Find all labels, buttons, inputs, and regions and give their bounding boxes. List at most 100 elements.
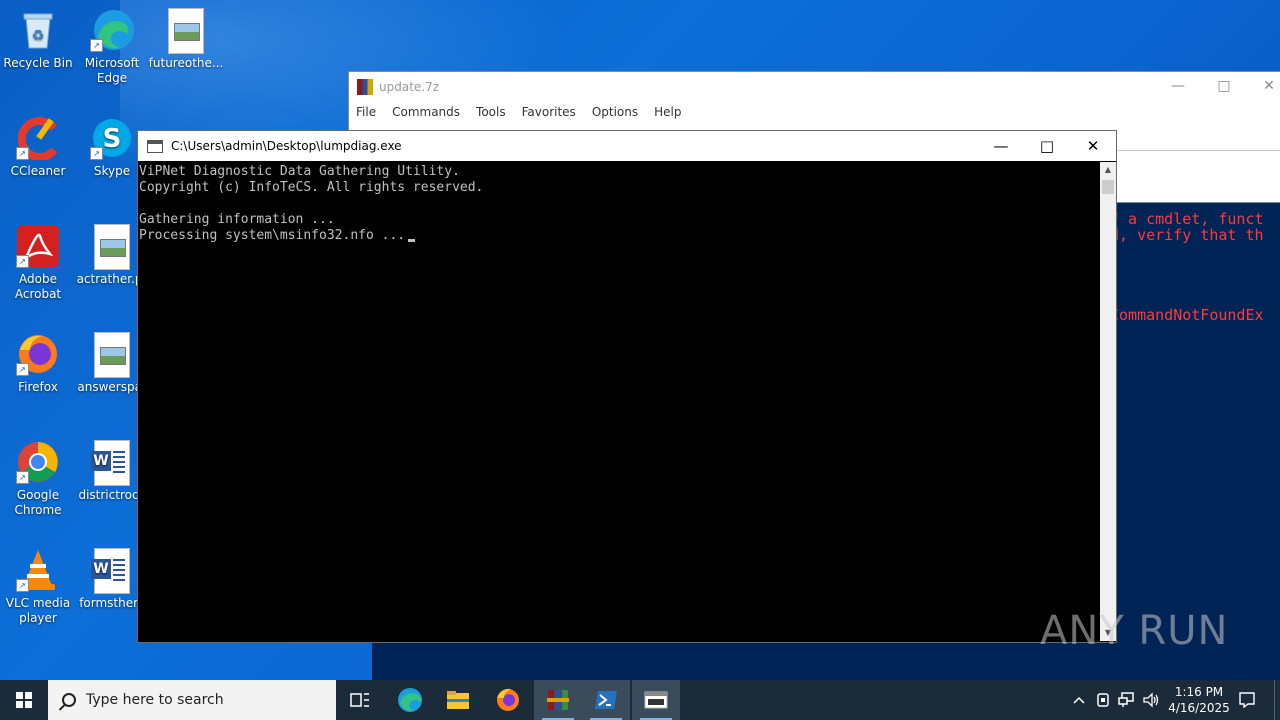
menu-tools[interactable]: Tools — [476, 102, 506, 122]
maximize-button[interactable]: □ — [1201, 72, 1247, 102]
show-hidden-icons-button[interactable] — [1068, 680, 1090, 720]
console-output[interactable]: ViPNet Diagnostic Data Gathering Utility… — [138, 162, 1099, 642]
console-scrollbar[interactable]: ▲ ▼ — [1100, 162, 1116, 641]
winrar-title: update.7z — [379, 80, 440, 94]
desktop-icon-futureothe[interactable]: futureothe... — [148, 8, 224, 71]
word-document-icon: W — [90, 440, 134, 486]
tray-volume-button[interactable] — [1140, 680, 1162, 720]
console-line-current: Processing system\msinfo32.nfo ... — [139, 228, 1099, 244]
word-document-icon: W — [90, 548, 134, 594]
desktop-icon-google-chrome[interactable]: ↗ Google Chrome — [0, 440, 76, 518]
menu-file[interactable]: File — [356, 102, 376, 122]
chevron-up-icon — [1073, 696, 1085, 704]
winrar-icon — [357, 79, 373, 95]
close-button[interactable]: ✕ — [1070, 131, 1116, 161]
acrobat-icon: ↗ — [16, 224, 60, 268]
icon-label: Google Chrome — [14, 488, 62, 517]
menu-favorites[interactable]: Favorites — [522, 102, 576, 122]
icon-label: Adobe Acrobat — [14, 272, 62, 301]
taskbar-edge[interactable] — [386, 680, 434, 720]
device-icon — [1097, 693, 1109, 707]
winrar-icon — [547, 690, 569, 710]
desktop-icon-firefox[interactable]: ↗ Firefox — [0, 332, 76, 395]
firefox-icon — [497, 688, 519, 711]
svg-text:S: S — [103, 124, 122, 154]
menu-commands[interactable]: Commands — [392, 102, 460, 122]
console-line: Gathering information ... — [139, 212, 335, 227]
chrome-icon: ↗ — [16, 440, 60, 484]
desktop-icon-ccleaner[interactable]: ↗ CCleaner — [0, 116, 76, 179]
network-icon — [1118, 692, 1134, 707]
minimize-button[interactable]: — — [978, 131, 1024, 161]
maximize-button[interactable]: □ — [1024, 131, 1070, 161]
winrar-title-bar[interactable]: update.7z — [349, 72, 1280, 102]
start-button[interactable] — [0, 680, 48, 720]
shortcut-arrow-icon: ↗ — [16, 255, 29, 268]
desktop-icon-recycle-bin[interactable]: ♻ Recycle Bin — [0, 8, 76, 71]
minimize-button[interactable]: — — [1155, 72, 1201, 102]
powershell-error-line: CommandNotFoundEx — [1110, 306, 1264, 324]
console-window[interactable]: C:\Users\admin\Desktop\lumpdiag.exe — □ … — [137, 130, 1117, 643]
console-line: Processing system\msinfo32.nfo ... — [139, 228, 406, 243]
console-icon — [147, 139, 163, 153]
taskbar-firefox[interactable] — [484, 680, 532, 720]
icon-label: VLC media player — [5, 596, 71, 625]
text-cursor — [408, 239, 416, 242]
clock-time: 1:16 PM — [1174, 685, 1224, 699]
anyrun-watermark: ANY RUN — [1040, 608, 1229, 654]
close-button[interactable]: ✕ — [1246, 72, 1280, 102]
notification-icon — [1239, 692, 1255, 709]
taskbar-clock[interactable]: 1:16 PM 4/16/2025 — [1160, 684, 1238, 716]
shortcut-arrow-icon: ↗ — [16, 579, 29, 592]
console-line: ViPNet Diagnostic Data Gathering Utility… — [139, 164, 460, 179]
taskbar: Type here to search 1:16 PM 4/16/2025 — [0, 680, 1280, 720]
firefox-icon: ↗ — [16, 332, 60, 376]
image-file-icon — [90, 224, 134, 270]
icon-label: futureothe... — [148, 56, 224, 70]
shortcut-arrow-icon: ↗ — [16, 471, 29, 484]
task-view-icon — [350, 693, 369, 707]
taskbar-search[interactable]: Type here to search — [48, 680, 336, 720]
console-title: C:\Users\admin\Desktop\lumpdiag.exe — [171, 139, 402, 153]
shortcut-arrow-icon: ↗ — [16, 147, 29, 160]
tray-network-button[interactable] — [1116, 680, 1138, 720]
shortcut-arrow-icon: ↗ — [90, 147, 103, 160]
desktop-icon-vlc[interactable]: ↗ VLC media player — [0, 548, 76, 626]
task-view-button[interactable] — [336, 680, 384, 720]
icon-label: CCleaner — [10, 164, 66, 178]
edge-icon — [398, 688, 422, 712]
folder-icon — [447, 691, 469, 709]
taskbar-file-explorer[interactable] — [434, 680, 482, 720]
search-icon — [62, 693, 76, 707]
desktop-icon-microsoft-edge[interactable]: ↗ Microsoft Edge — [74, 8, 150, 86]
desktop-icon-adobe-acrobat[interactable]: ↗ Adobe Acrobat — [0, 224, 76, 302]
ccleaner-icon: ↗ — [16, 116, 60, 161]
windows-logo-icon — [16, 692, 32, 708]
clock-date: 4/16/2025 — [1168, 701, 1230, 715]
scroll-up-icon[interactable]: ▲ — [1100, 162, 1116, 178]
icon-label: Microsoft Edge — [84, 56, 140, 85]
console-line: Copyright (c) InfoTeCS. All rights reser… — [139, 180, 484, 195]
skype-icon: S ↗ — [90, 116, 134, 160]
search-placeholder: Type here to search — [86, 692, 224, 708]
image-file-icon — [90, 332, 134, 378]
scroll-thumb[interactable] — [1102, 180, 1114, 194]
taskbar-console[interactable] — [632, 680, 680, 720]
powershell-error-line: d, verify that th — [1110, 226, 1264, 244]
svg-text:♻: ♻ — [32, 28, 45, 44]
shortcut-arrow-icon: ↗ — [90, 39, 103, 52]
show-desktop-button[interactable] — [1274, 680, 1280, 720]
tray-device-button[interactable] — [1092, 680, 1114, 720]
image-file-icon — [164, 8, 208, 54]
console-title-bar[interactable]: C:\Users\admin\Desktop\lumpdiag.exe — □ … — [138, 131, 1116, 161]
notifications-button[interactable] — [1232, 680, 1262, 720]
powershell-icon — [595, 691, 617, 709]
shortcut-arrow-icon: ↗ — [16, 363, 29, 376]
taskbar-winrar[interactable] — [534, 680, 582, 720]
console-icon — [644, 691, 668, 709]
menu-options[interactable]: Options — [592, 102, 638, 122]
winrar-menu-bar: File Commands Tools Favorites Options He… — [349, 102, 1280, 122]
icon-label: Firefox — [18, 380, 58, 394]
menu-help[interactable]: Help — [654, 102, 681, 122]
taskbar-powershell[interactable] — [582, 680, 630, 720]
